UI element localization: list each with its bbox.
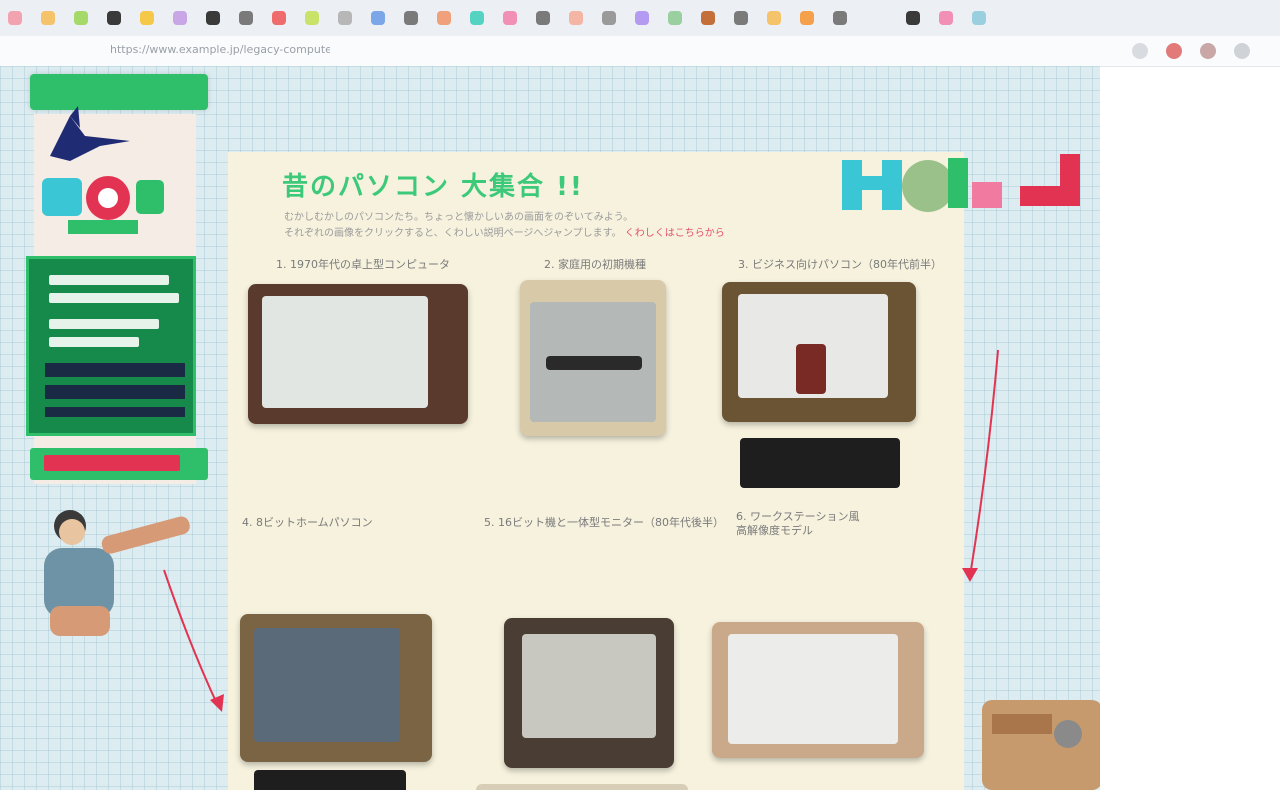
browser-tab[interactable] xyxy=(701,11,715,25)
page-title: 昔のパソコン 大集合 !! xyxy=(282,172,584,202)
browser-tab[interactable] xyxy=(74,11,88,25)
browser-tab[interactable] xyxy=(173,11,187,25)
computer-screen xyxy=(728,634,898,744)
computer-label-2: 2. 家庭用の初期機種 xyxy=(544,258,646,271)
browser-tab[interactable] xyxy=(800,11,814,25)
browser-tab[interactable] xyxy=(833,11,847,25)
computer-screen xyxy=(254,628,400,742)
computer-label-5: 5. 16ビット機と一体型モニター（80年代後半） xyxy=(484,516,724,529)
browser-tab[interactable] xyxy=(41,11,55,25)
browser-tab[interactable] xyxy=(470,11,484,25)
browser-tab[interactable] xyxy=(734,11,748,25)
site-logo-icon[interactable] xyxy=(38,170,168,240)
browser-tab[interactable] xyxy=(371,11,385,25)
menu-item[interactable] xyxy=(49,319,159,329)
computer-image-6[interactable] xyxy=(712,622,924,758)
browser-tab[interactable] xyxy=(668,11,682,25)
extension-icon[interactable] xyxy=(1166,43,1182,59)
browser-tab[interactable] xyxy=(140,11,154,25)
toolbar-icons xyxy=(1132,43,1250,59)
page-viewport[interactable]: 昔のパソコン 大集合 !! むかしむかしのパソコンたち。ちょっと懐かしいあの画面… xyxy=(0,66,1100,790)
menu-item-dark[interactable] xyxy=(45,385,185,399)
computer-label-3: 3. ビジネス向けパソコン（80年代前半） xyxy=(738,258,942,271)
browser-tab[interactable] xyxy=(939,11,953,25)
shark-logo-icon[interactable] xyxy=(40,106,140,166)
computer-screen xyxy=(262,296,428,408)
browser-tab[interactable] xyxy=(437,11,451,25)
screen-detail xyxy=(546,356,642,370)
intro-link[interactable]: くわしくはこちらから xyxy=(625,228,725,239)
browser-tab[interactable] xyxy=(404,11,418,25)
computer-stand-3 xyxy=(740,438,900,488)
browser-tab[interactable] xyxy=(272,11,286,25)
browser-tab[interactable] xyxy=(107,11,121,25)
hero-logo-icon xyxy=(842,154,1080,212)
screen-detail xyxy=(796,344,826,394)
computer-image-2[interactable] xyxy=(520,280,666,436)
computer-image-3[interactable] xyxy=(722,282,916,422)
menu-item[interactable] xyxy=(49,275,169,285)
computer-image-5[interactable] xyxy=(504,618,674,768)
browser-tab[interactable] xyxy=(503,11,517,25)
menu-item-dark[interactable] xyxy=(45,407,185,417)
wooden-box-icon xyxy=(982,700,1100,790)
computer-label-1: 1. 1970年代の卓上型コンピュータ xyxy=(276,258,450,271)
arrow-icon xyxy=(962,349,999,582)
url-field[interactable]: https://www.example.jp/legacy-computers/… xyxy=(110,43,330,56)
browser-tab[interactable] xyxy=(602,11,616,25)
menu-item-dark[interactable] xyxy=(45,363,185,377)
browser-tab[interactable] xyxy=(8,11,22,25)
browser-tab[interactable] xyxy=(635,11,649,25)
browser-tab[interactable] xyxy=(305,11,319,25)
intro-text-body: それぞれの画像をクリックすると、くわしい説明ページへジャンプします。 xyxy=(284,228,622,239)
sidebar-top-button[interactable] xyxy=(30,74,208,110)
profile-icon[interactable] xyxy=(1200,43,1216,59)
browser-tab[interactable] xyxy=(767,11,781,25)
menu-item[interactable] xyxy=(49,337,139,347)
browser-tab[interactable] xyxy=(206,11,220,25)
computer-image-1[interactable] xyxy=(248,284,468,424)
sidebar-cta-button[interactable] xyxy=(30,448,208,480)
intro-text: それぞれの画像をクリックすると、くわしい説明ページへジャンプします。 くわしくは… xyxy=(284,224,725,239)
sidebar-menu[interactable] xyxy=(26,256,196,436)
browser-tab[interactable] xyxy=(906,11,920,25)
browser-tab[interactable] xyxy=(338,11,352,25)
browser-tab[interactable] xyxy=(569,11,583,25)
computer-keyboard-5 xyxy=(476,784,688,790)
computer-stand-4 xyxy=(254,770,406,790)
bookmark-icon[interactable] xyxy=(1132,43,1148,59)
computer-label-4: 4. 8ビットホームパソコン xyxy=(242,516,373,529)
menu-item[interactable] xyxy=(49,293,179,303)
menu-icon[interactable] xyxy=(1234,43,1250,59)
intro-text: むかしむかしのパソコンたち。ちょっと懐かしいあの画面をのぞいてみよう。 xyxy=(284,212,634,223)
browser-tab[interactable] xyxy=(239,11,253,25)
browser-tab[interactable] xyxy=(972,11,986,25)
computer-image-4[interactable] xyxy=(240,614,432,762)
arrow-icon xyxy=(163,569,224,712)
main-content-card: 昔のパソコン 大集合 !! むかしむかしのパソコンたち。ちょっと懐かしいあの画面… xyxy=(228,152,964,790)
browser-tab[interactable] xyxy=(536,11,550,25)
browser-tab-strip xyxy=(0,0,1280,37)
address-bar[interactable]: https://www.example.jp/legacy-computers/… xyxy=(0,36,1280,67)
cta-label-bar xyxy=(44,455,180,471)
computer-label-6: 6. ワークステーション風 高解像度モデル xyxy=(736,510,860,537)
computer-screen xyxy=(522,634,656,738)
